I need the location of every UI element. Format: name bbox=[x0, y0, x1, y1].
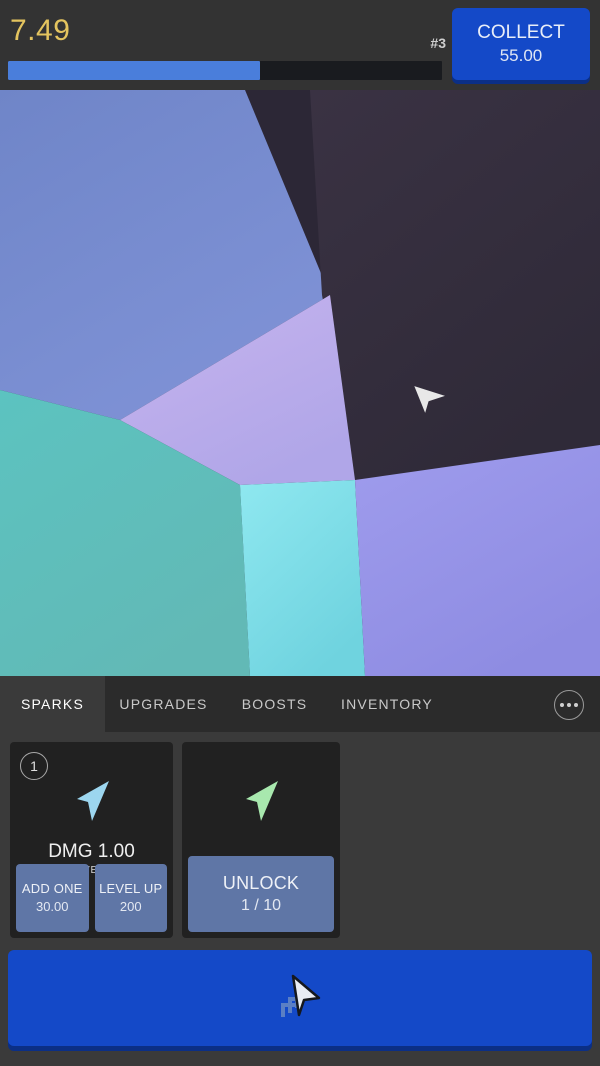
xp-progress-fill bbox=[8, 61, 260, 80]
spark-card[interactable]: UNLOCK 1 / 10 bbox=[182, 742, 340, 938]
card-button-value: 200 bbox=[119, 899, 142, 914]
cell-dark-top-right[interactable] bbox=[310, 90, 600, 480]
card-button-label: LEVEL UP bbox=[99, 881, 163, 896]
tab-label: UPGRADES bbox=[119, 696, 208, 712]
tab-label: SPARKS bbox=[21, 696, 84, 712]
unlock-button[interactable]: UNLOCK 1 / 10 bbox=[188, 856, 334, 932]
collect-button-label: COLLECT bbox=[477, 22, 565, 43]
game-canvas[interactable] bbox=[0, 90, 600, 676]
card-button-row: UNLOCK 1 / 10 bbox=[188, 856, 334, 932]
tab-label: INVENTORY bbox=[341, 696, 433, 712]
tab-inventory[interactable]: INVENTORY bbox=[327, 676, 447, 732]
currency-value: 7.49 bbox=[10, 14, 71, 47]
spark-card[interactable]: 1 DMG 1.00 LEVEL 0 ADD ONE 30.00 LEVEL UP 200 bbox=[10, 742, 173, 938]
collect-button-amount: 55.00 bbox=[499, 46, 543, 65]
tab-sparks[interactable]: SPARKS bbox=[0, 676, 105, 732]
card-button-value: 1 / 10 bbox=[240, 897, 282, 914]
add-one-button[interactable]: ADD ONE 30.00 bbox=[16, 864, 89, 932]
game-root: 7.49 #3 COLLECT 55.00 SPARKS UPGRADES BOOS… bbox=[0, 0, 600, 1066]
xp-progress-bar bbox=[8, 61, 442, 80]
tab-bar: SPARKS UPGRADES BOOSTS INVENTORY bbox=[0, 676, 600, 732]
tab-upgrades[interactable]: UPGRADES bbox=[105, 676, 222, 732]
rank-label: #3 bbox=[430, 35, 446, 51]
collect-button[interactable]: COLLECT 55.00 bbox=[452, 8, 590, 80]
card-button-label: ADD ONE bbox=[21, 881, 83, 896]
spark-arrow-icon bbox=[10, 762, 173, 838]
tap-action-button[interactable] bbox=[8, 950, 592, 1046]
card-button-value: 30.00 bbox=[35, 899, 69, 914]
tab-label: BOOSTS bbox=[241, 696, 308, 712]
tab-boosts[interactable]: BOOSTS bbox=[222, 676, 327, 732]
card-button-label: UNLOCK bbox=[222, 873, 300, 893]
card-title: DMG 1.00 bbox=[48, 841, 135, 862]
cell-periwinkle-right[interactable] bbox=[355, 445, 600, 676]
top-hud: 7.49 #3 COLLECT 55.00 bbox=[0, 0, 600, 90]
spark-arrow-icon bbox=[182, 762, 340, 838]
ellipsis-icon[interactable] bbox=[554, 690, 584, 720]
click-cursor-icon bbox=[281, 974, 321, 1017]
card-button-row: ADD ONE 30.00 LEVEL UP 200 bbox=[16, 864, 167, 932]
level-up-button[interactable]: LEVEL UP 200 bbox=[94, 864, 167, 932]
cell-cyan-middle[interactable] bbox=[240, 480, 365, 676]
